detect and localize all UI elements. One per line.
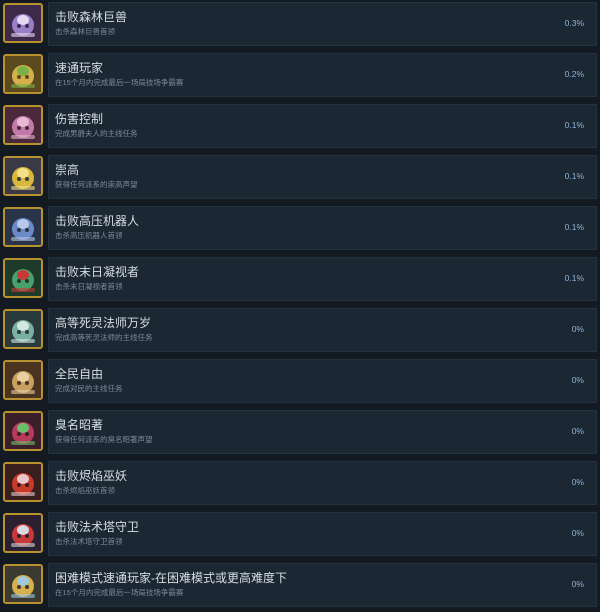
hard-speedrun-icon <box>3 564 43 604</box>
achievement-panel: 击败高压机器人击杀高压机器人首领 0.1% <box>48 206 597 250</box>
unlock-percentage: 0% <box>571 375 584 385</box>
achievement-row[interactable]: 困难模式速通玩家-在困难模式或更高难度下在15个月内完成最后一场局技场争霸赛 0% <box>0 561 600 612</box>
achievement-panel: 击败法术塔守卫击杀法术塔守卫首领 0% <box>48 512 597 556</box>
achievement-description: 在15个月内完成最后一场局技场争霸赛 <box>55 588 184 597</box>
achievement-row[interactable]: 臭名昭著获得任何派系的臭名昭著声望 0% <box>0 408 600 459</box>
achievement-row[interactable]: 击败高压机器人击杀高压机器人首领 0.1% <box>0 204 600 255</box>
achievement-title: 击败烬焰巫妖 <box>55 469 128 483</box>
achievement-title: 击败法术塔守卫 <box>55 520 140 534</box>
unlock-percentage: 0% <box>571 324 584 334</box>
unlock-percentage: 0% <box>571 477 584 487</box>
achievement-title: 困难模式速通玩家-在困难模式或更高难度下 <box>55 571 287 585</box>
achievement-description: 击杀烬焰巫妖首领 <box>55 486 115 495</box>
achievement-panel: 击败烬焰巫妖击杀烬焰巫妖首领 0% <box>48 461 597 505</box>
unlock-percentage: 0.1% <box>564 222 584 232</box>
achievement-panel: 速通玩家在15个月内完成最后一场局技场争霸赛 0.2% <box>48 53 597 97</box>
robot-icon <box>3 207 43 247</box>
achievement-description: 完成男爵夫人的主线任务 <box>55 129 138 138</box>
unlock-percentage: 0.1% <box>564 120 584 130</box>
achievement-list: 击败森林巨兽击杀森林巨兽首领 0.3% 速通玩家在15个月内完成最后一场局技场争霸赛… <box>0 0 600 607</box>
achievement-row[interactable]: 高等死灵法师万岁完成高等死灵法师的主线任务 0% <box>0 306 600 357</box>
achievement-description: 击杀森林巨兽首领 <box>55 27 115 36</box>
infamous-icon <box>3 411 43 451</box>
achievement-row[interactable]: 崇高获得任何派系的崇高声望 0.1% <box>0 153 600 204</box>
achievement-title: 击败末日凝视者 <box>55 265 140 279</box>
tower-guard-icon <box>3 513 43 553</box>
achievement-description: 完成高等死灵法师的主线任务 <box>55 333 153 342</box>
unlock-percentage: 0% <box>571 579 584 589</box>
achievement-panel: 全民自由完成对民的主线任务 0% <box>48 359 597 403</box>
necromancer-icon <box>3 309 43 349</box>
speedrun-icon <box>3 54 43 94</box>
achievement-row[interactable]: 击败烬焰巫妖击杀烬焰巫妖首领 0% <box>0 459 600 510</box>
achievement-description: 击杀法术塔守卫首领 <box>55 537 123 546</box>
achievement-panel: 臭名昭著获得任何派系的臭名昭著声望 0% <box>48 410 597 454</box>
achievement-title: 击败森林巨兽 <box>55 10 128 24</box>
unlock-percentage: 0% <box>571 426 584 436</box>
achievement-row[interactable]: 击败法术塔守卫击杀法术塔守卫首领 0% <box>0 510 600 561</box>
achievement-panel: 困难模式速通玩家-在困难模式或更高难度下在15个月内完成最后一场局技场争霸赛 0% <box>48 563 597 607</box>
achievement-row[interactable]: 伤害控制完成男爵夫人的主线任务 0.1% <box>0 102 600 153</box>
achievement-description: 获得任何派系的臭名昭著声望 <box>55 435 153 444</box>
damage-control-icon <box>3 105 43 145</box>
achievement-title: 速通玩家 <box>55 61 104 75</box>
crown-icon <box>3 156 43 196</box>
achievement-row[interactable]: 速通玩家在15个月内完成最后一场局技场争霸赛 0.2% <box>0 51 600 102</box>
achievement-title: 高等死灵法师万岁 <box>55 316 152 330</box>
achievement-title: 臭名昭著 <box>55 418 104 432</box>
scroll-icon <box>3 360 43 400</box>
achievement-title: 全民自由 <box>55 367 104 381</box>
achievement-row[interactable]: 击败森林巨兽击杀森林巨兽首领 0.3% <box>0 0 600 51</box>
achievement-panel: 击败末日凝视者击杀末日凝视者首领 0.1% <box>48 257 597 301</box>
achievement-panel: 高等死灵法师万岁完成高等死灵法师的主线任务 0% <box>48 308 597 352</box>
achievement-description: 击杀末日凝视者首领 <box>55 282 123 291</box>
unlock-percentage: 0% <box>571 528 584 538</box>
unlock-percentage: 0.3% <box>564 18 584 28</box>
gazer-icon <box>3 258 43 298</box>
achievement-description: 在15个月内完成最后一场局技场争霸赛 <box>55 78 184 87</box>
achievement-panel: 崇高获得任何派系的崇高声望 0.1% <box>48 155 597 199</box>
achievement-title: 击败高压机器人 <box>55 214 140 228</box>
achievement-description: 击杀高压机器人首领 <box>55 231 123 240</box>
unlock-percentage: 0.2% <box>564 69 584 79</box>
achievement-title: 崇高 <box>55 163 80 177</box>
achievement-row[interactable]: 全民自由完成对民的主线任务 0% <box>0 357 600 408</box>
achievement-title: 伤害控制 <box>55 112 104 126</box>
achievement-panel: 击败森林巨兽击杀森林巨兽首领 0.3% <box>48 2 597 46</box>
achievement-row[interactable]: 击败末日凝视者击杀末日凝视者首领 0.1% <box>0 255 600 306</box>
lich-icon <box>3 462 43 502</box>
achievement-description: 获得任何派系的崇高声望 <box>55 180 138 189</box>
unlock-percentage: 0.1% <box>564 273 584 283</box>
achievement-panel: 伤害控制完成男爵夫人的主线任务 0.1% <box>48 104 597 148</box>
achievement-description: 完成对民的主线任务 <box>55 384 123 393</box>
unlock-percentage: 0.1% <box>564 171 584 181</box>
forest-beast-icon <box>3 3 43 43</box>
